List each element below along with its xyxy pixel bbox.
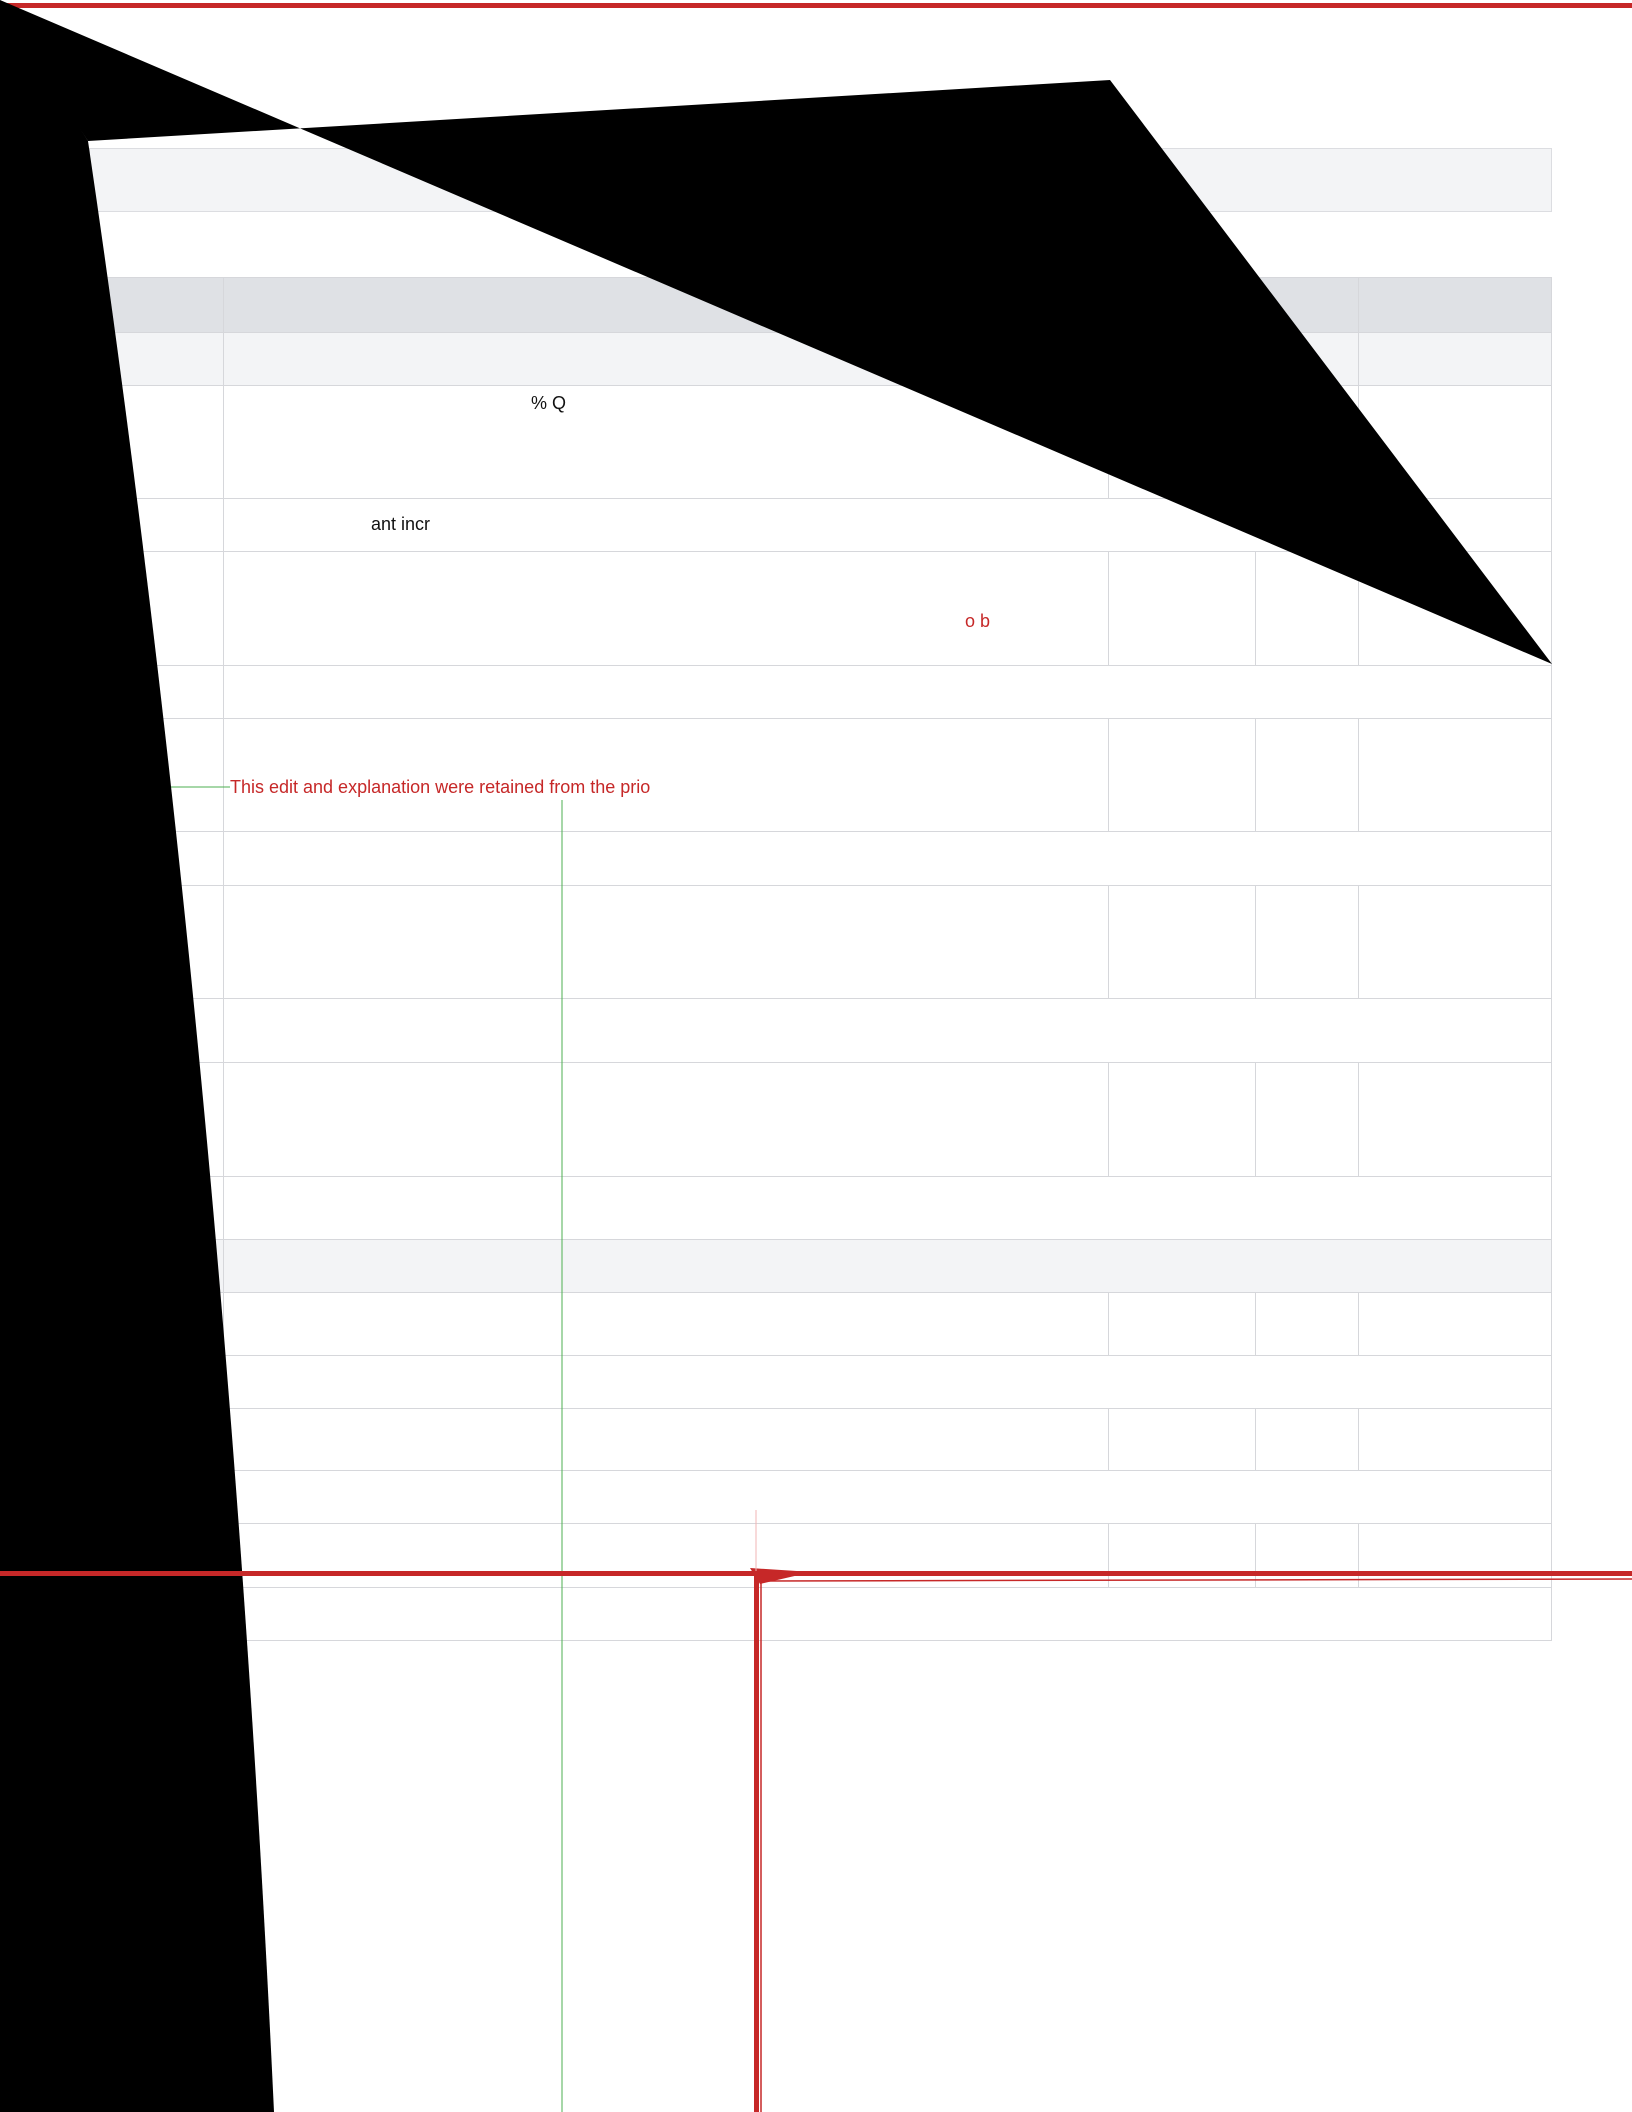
red-line-horizontal-thin <box>759 1578 1632 1582</box>
black-shape-triangle <box>0 0 1552 664</box>
annotation-overlay <box>0 0 1632 2112</box>
black-shape-left <box>0 0 274 2112</box>
top-red-border <box>0 3 1632 8</box>
red-line-vertical <box>754 1573 759 2112</box>
red-line-horizontal <box>0 1571 1632 1576</box>
